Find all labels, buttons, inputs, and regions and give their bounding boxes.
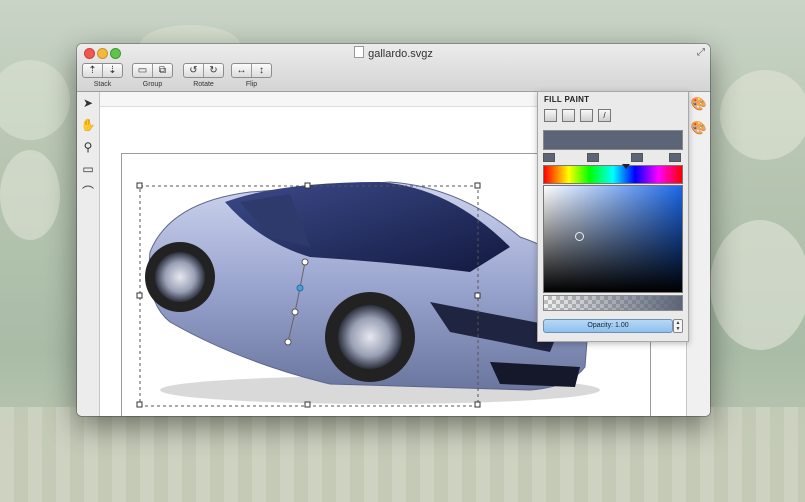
wallpaper-tree-left: [0, 60, 70, 140]
inspector-tabs: 🎨 🎨: [686, 92, 710, 416]
paint-type-selector: /: [544, 109, 611, 122]
flip-vertical-button[interactable]: ↕: [251, 64, 271, 77]
path-node-selected[interactable]: [296, 284, 304, 292]
front-wheel-rim: [338, 305, 402, 369]
window-title: gallardo.svgz: [368, 48, 433, 60]
color-picker-cursor[interactable]: [575, 232, 584, 241]
selection-handle[interactable]: [304, 401, 311, 408]
toolbar-label-flip: Flip: [245, 81, 258, 88]
rear-wheel-rim: [155, 252, 205, 302]
selection-handle[interactable]: [136, 401, 143, 408]
fill-paint-panel: FILL PAINT / Opacity: 1.00 ▲ ▼: [537, 91, 689, 342]
linear-gradient-icon[interactable]: [562, 109, 575, 122]
title-bar: gallardo.svgz ⤢ ⇡ ⇣ Stack ▭ ⧉ Group ↺ ↻ …: [77, 44, 710, 92]
saturation-value-picker[interactable]: [543, 185, 683, 293]
toolbar-label-rotate: Rotate: [193, 81, 214, 88]
wallpaper-ground: [0, 407, 805, 502]
wallpaper-tree-right: [720, 70, 805, 160]
rotate-left-button[interactable]: ↺: [184, 64, 203, 77]
hue-marker-icon[interactable]: [622, 164, 630, 169]
toolbar-group-flip: ↔ ↕ Flip: [231, 63, 272, 88]
toolbar-group-rotate: ↺ ↻ Rotate: [183, 63, 224, 88]
raise-button[interactable]: ⇡: [83, 64, 102, 77]
rectangle-tool-icon[interactable]: ▭: [77, 158, 99, 180]
tool-strip: ➤ ✋ ⚲ ▭ ⌒: [77, 92, 100, 416]
opacity-stepper[interactable]: ▲ ▼: [673, 319, 683, 333]
gradient-stops: [543, 153, 681, 162]
wallpaper-tree-right-2: [710, 220, 805, 350]
toolbar-label-group: Group: [142, 81, 163, 88]
pointer-tool-icon[interactable]: ➤: [77, 92, 99, 114]
toolbar-group-group: ▭ ⧉ Group: [132, 63, 173, 88]
path-node[interactable]: [284, 338, 292, 346]
gradient-stop[interactable]: [543, 153, 555, 162]
selection-handle[interactable]: [474, 292, 481, 299]
toolbar-group-stack: ⇡ ⇣ Stack: [82, 63, 123, 88]
hue-slider[interactable]: [543, 164, 683, 184]
path-node[interactable]: [301, 258, 309, 266]
stroke-paint-tab-icon[interactable]: 🎨: [687, 116, 710, 140]
current-color-swatch[interactable]: [543, 130, 683, 150]
document-icon: [354, 46, 365, 58]
pen-tool-icon[interactable]: ⌒: [77, 180, 99, 202]
hand-tool-icon[interactable]: ✋: [77, 114, 99, 136]
rotate-right-button[interactable]: ↻: [203, 64, 223, 77]
selection-handle[interactable]: [136, 292, 143, 299]
selection-handle[interactable]: [474, 401, 481, 408]
lower-button[interactable]: ⇣: [102, 64, 122, 77]
wallpaper-tree-left-2: [0, 150, 60, 240]
selection-handle[interactable]: [474, 182, 481, 189]
flip-horizontal-button[interactable]: ↔: [232, 64, 251, 77]
fill-paint-title: FILL PAINT: [544, 95, 590, 104]
fill-paint-tab-icon[interactable]: 🎨: [687, 92, 710, 116]
gradient-stop[interactable]: [631, 153, 643, 162]
no-paint-icon[interactable]: /: [598, 109, 611, 122]
zoom-tool-icon[interactable]: ⚲: [77, 136, 99, 158]
selection-handle[interactable]: [304, 182, 311, 189]
gradient-stop[interactable]: [669, 153, 681, 162]
toolbar-label-stack: Stack: [93, 81, 112, 88]
ungroup-button[interactable]: ⧉: [152, 64, 172, 77]
gradient-stop[interactable]: [587, 153, 599, 162]
opacity-field[interactable]: Opacity: 1.00: [543, 319, 673, 333]
alpha-slider[interactable]: [543, 295, 683, 311]
group-button[interactable]: ▭: [133, 64, 152, 77]
car-illustration[interactable]: [130, 162, 600, 412]
fullscreen-icon[interactable]: ⤢: [697, 47, 705, 58]
flat-color-icon[interactable]: [544, 109, 557, 122]
window-title-container: gallardo.svgz: [77, 46, 710, 60]
selection-handle[interactable]: [136, 182, 143, 189]
path-node[interactable]: [291, 308, 299, 316]
radial-gradient-icon[interactable]: [580, 109, 593, 122]
